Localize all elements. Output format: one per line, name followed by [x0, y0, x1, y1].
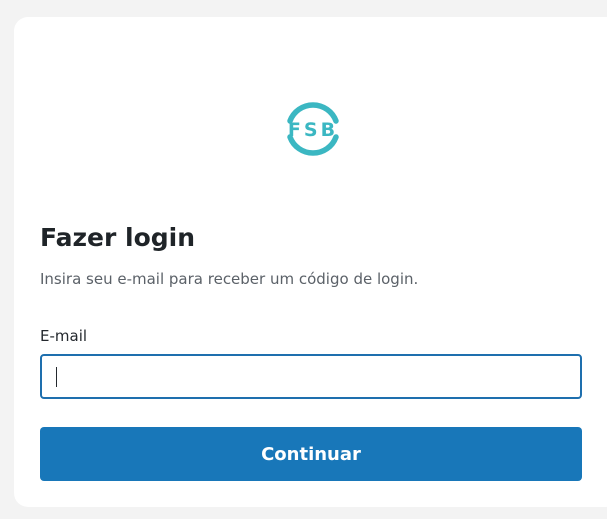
fsb-logo-icon: FSB: [283, 99, 343, 159]
login-card: FSB Fazer login Insira seu e-mail para r…: [14, 17, 607, 507]
logo-text: FSB: [288, 119, 338, 141]
email-field[interactable]: [40, 354, 582, 399]
page-title: Fazer login: [40, 223, 196, 252]
continue-button[interactable]: Continuar: [40, 427, 582, 481]
email-label: E-mail: [40, 327, 88, 345]
login-instructions: Insira seu e-mail para receber um código…: [40, 270, 419, 288]
text-cursor: [56, 367, 57, 387]
